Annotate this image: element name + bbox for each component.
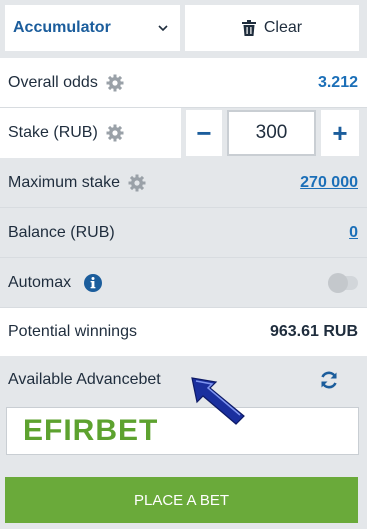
- bet-type-value: Accumulator: [13, 19, 111, 36]
- balance-row: Balance (RUB) 0: [0, 208, 367, 257]
- place-bet-button[interactable]: PLACE A BET: [5, 477, 358, 523]
- advancebet-row: Available Advancebet: [0, 356, 367, 404]
- automax-toggle-knob: [328, 272, 348, 293]
- potential-winnings-value: 963.61 RUB: [269, 323, 358, 340]
- trash-icon: [241, 20, 256, 36]
- gear-icon[interactable]: [128, 174, 146, 192]
- promo-code-text: EFIRBET: [23, 414, 159, 447]
- stake-decrease-button[interactable]: −: [186, 110, 222, 156]
- clear-button[interactable]: Clear: [185, 5, 359, 51]
- maximum-stake-row: Maximum stake 270 000: [0, 158, 367, 207]
- info-icon[interactable]: [83, 273, 103, 293]
- automax-toggle[interactable]: [328, 272, 358, 293]
- gear-icon[interactable]: [106, 124, 124, 142]
- overall-odds-label: Overall odds: [8, 74, 98, 91]
- bet-type-select[interactable]: Accumulator: [5, 5, 180, 51]
- balance-link[interactable]: 0: [349, 224, 358, 242]
- promo-code-field[interactable]: EFIRBET: [6, 407, 359, 455]
- refresh-icon[interactable]: [318, 369, 340, 391]
- potential-winnings-label: Potential winnings: [8, 323, 137, 340]
- balance-label: Balance (RUB): [8, 223, 115, 241]
- maximum-stake-label: Maximum stake: [8, 173, 121, 191]
- stake-label: Stake (RUB): [8, 124, 98, 141]
- stake-input[interactable]: [227, 110, 316, 156]
- overall-odds-value: 3.212: [317, 74, 358, 91]
- clear-button-label: Clear: [263, 19, 303, 36]
- pointer-arrow-icon: [191, 377, 245, 425]
- stake-label-cell: Stake (RUB): [0, 108, 181, 158]
- chevron-down-icon: [158, 25, 168, 32]
- potential-winnings-row: Potential winnings 963.61 RUB: [0, 308, 367, 356]
- stake-increase-button[interactable]: +: [321, 110, 359, 156]
- advancebet-label: Available Advancebet: [8, 371, 161, 388]
- maximum-stake-link[interactable]: 270 000: [300, 174, 358, 192]
- gear-icon[interactable]: [106, 74, 124, 92]
- place-bet-label: PLACE A BET: [133, 491, 230, 509]
- automax-label: Automax: [8, 273, 72, 291]
- overall-odds-row: Overall odds 3.212: [0, 58, 367, 108]
- automax-row: Automax: [0, 258, 367, 307]
